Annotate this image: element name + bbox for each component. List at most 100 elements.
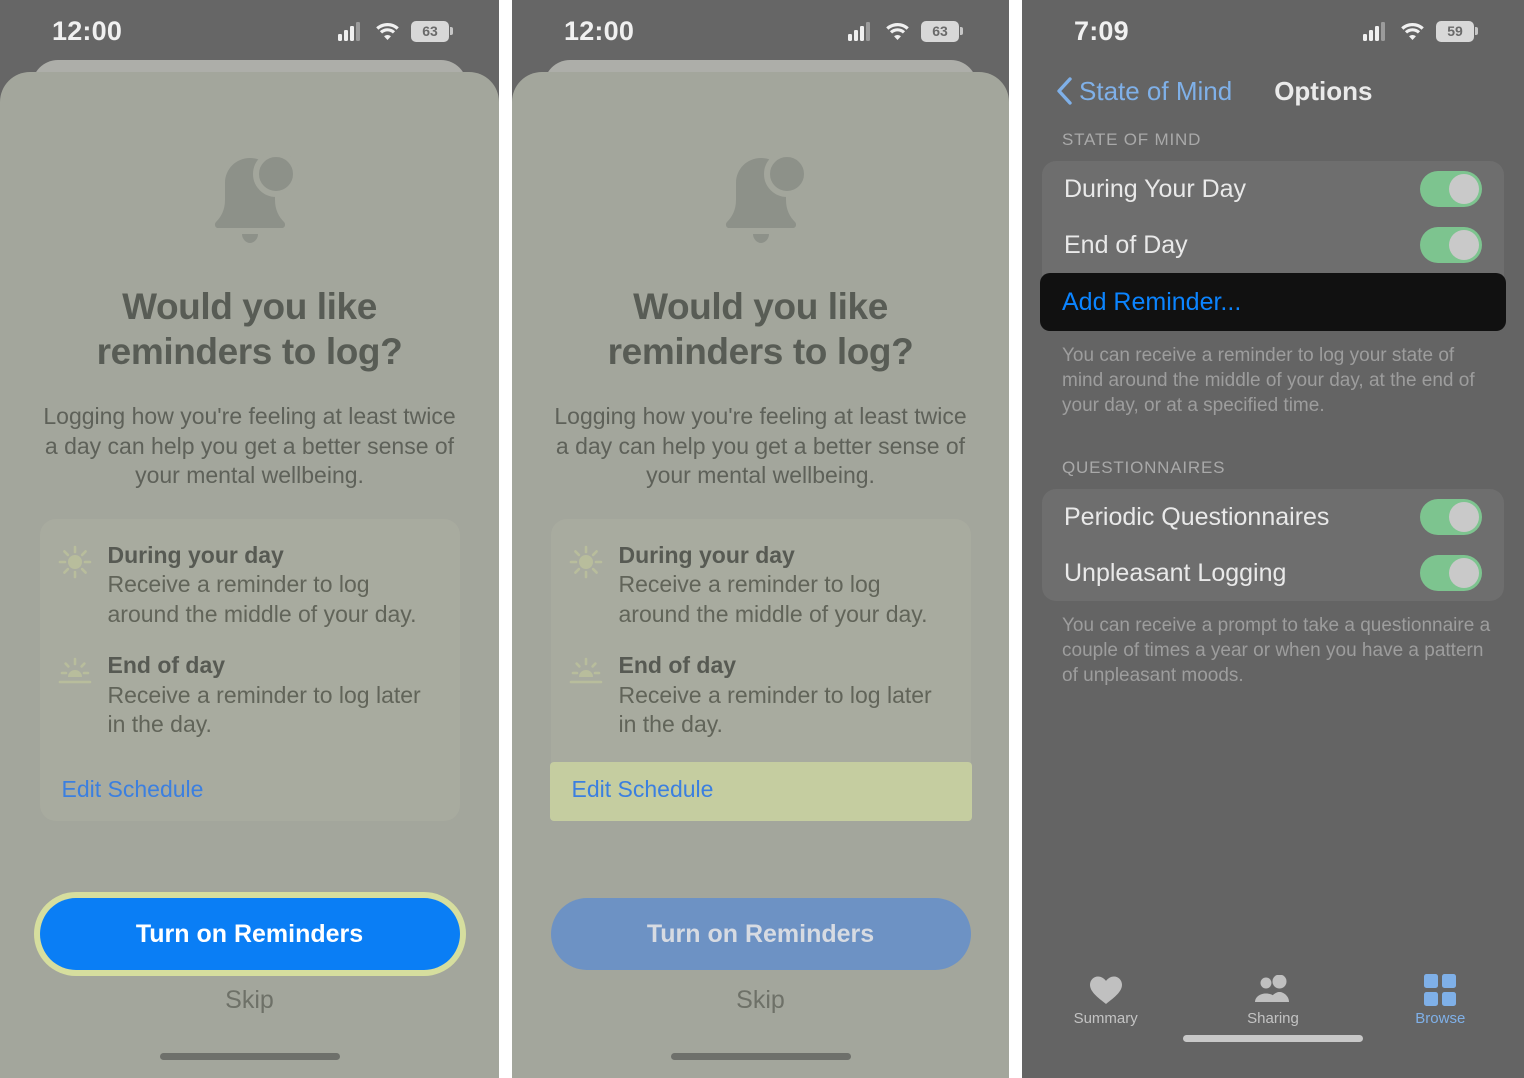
edit-schedule-link[interactable]: Edit Schedule xyxy=(549,761,972,821)
row-label: Unpleasant Logging xyxy=(1064,558,1287,587)
list-item: During your day Receive a reminder to lo… xyxy=(40,541,460,630)
page-title: Would you like reminders to log? xyxy=(96,286,403,373)
add-reminder-link: Add Reminder... xyxy=(1062,287,1242,316)
toggle-during-your-day[interactable] xyxy=(1420,171,1482,207)
bell-badge-icon xyxy=(190,144,310,254)
status-icons: 59 xyxy=(1363,20,1478,42)
list-item-desc: Receive a reminder to log later in the d… xyxy=(107,681,421,738)
reminder-info-box-2: During your day Receive a reminder to lo… xyxy=(549,518,972,821)
page-title: Options xyxy=(1274,75,1373,106)
navigation-bar: State of Mind Options xyxy=(1022,62,1524,120)
edit-schedule-link[interactable]: Edit Schedule xyxy=(40,762,460,821)
battery-indicator: 63 xyxy=(921,20,963,42)
reminder-info-box-1: During your day Receive a reminder to lo… xyxy=(39,518,460,821)
page-subtitle: Logging how you're feeling at least twic… xyxy=(554,403,967,489)
status-bar-3: 7:09 59 xyxy=(1022,0,1524,62)
bell-badge-icon xyxy=(701,144,821,254)
toggle-end-of-day[interactable] xyxy=(1420,227,1482,263)
list-item-text: End of day Receive a reminder to log lat… xyxy=(108,651,440,740)
list-item-title: End of day xyxy=(618,652,737,679)
row-add-reminder[interactable]: Add Reminder... xyxy=(1040,273,1506,331)
list-item-title: During your day xyxy=(107,541,284,568)
grid-squares-icon xyxy=(1424,974,1457,1006)
settings-group-state-of-mind: During Your Day End of Day Add Reminder.… xyxy=(1040,161,1506,331)
row-label: During Your Day xyxy=(1064,174,1247,203)
heart-icon xyxy=(1089,974,1123,1006)
status-bar-1: 12:00 63 xyxy=(0,0,499,62)
tab-label: Summary xyxy=(1073,1010,1138,1027)
section-footnote-state-of-mind: You can receive a reminder to log your s… xyxy=(1062,345,1475,417)
list-item: End of day Receive a reminder to log lat… xyxy=(40,651,460,740)
status-time: 12:00 xyxy=(564,15,635,46)
tab-summary[interactable]: Summary xyxy=(1022,960,1189,1078)
tab-label: Sharing xyxy=(1247,1010,1299,1027)
tab-bar: Summary Sharing Browse xyxy=(1022,960,1524,1078)
phone-panel-3: 7:09 59 State of Mind Options STATE OF M… xyxy=(1022,0,1524,1078)
toggle-knob xyxy=(1449,558,1479,589)
reminders-sheet-1: Would you like reminders to log? Logging… xyxy=(0,72,499,1078)
home-indicator xyxy=(1183,1035,1363,1042)
skip-button[interactable]: Skip xyxy=(225,986,274,1015)
cellular-signal-icon xyxy=(1363,21,1385,41)
back-button-label: State of Mind xyxy=(1079,75,1233,106)
toggle-unpleasant-logging[interactable] xyxy=(1420,555,1482,592)
wifi-icon xyxy=(376,22,399,40)
phone-panel-2: 12:00 63 Would you like reminders to log… xyxy=(512,0,1009,1078)
row-label: Periodic Questionnaires xyxy=(1064,502,1330,531)
battery-indicator: 59 xyxy=(1436,20,1478,42)
list-item-title: During your day xyxy=(618,541,795,568)
tab-label: Browse xyxy=(1415,1010,1466,1027)
tab-browse[interactable]: Browse xyxy=(1357,960,1524,1078)
cellular-signal-icon xyxy=(338,21,360,41)
wifi-icon xyxy=(1401,22,1424,40)
turn-on-reminders-button[interactable]: Turn on Reminders xyxy=(550,898,971,970)
list-item: End of day Receive a reminder to log lat… xyxy=(551,651,971,740)
wifi-icon xyxy=(886,22,909,40)
reminders-sheet-2: Would you like reminders to log? Logging… xyxy=(512,72,1009,1078)
people-icon xyxy=(1253,974,1293,1006)
back-button[interactable]: State of Mind xyxy=(1056,76,1232,107)
status-time: 12:00 xyxy=(52,15,123,46)
list-item-text: During your day Receive a reminder to lo… xyxy=(619,541,951,630)
home-indicator xyxy=(159,1053,340,1060)
page-subtitle: Logging how you're feeling at least twic… xyxy=(43,403,456,489)
list-item: During your day Receive a reminder to lo… xyxy=(551,541,971,630)
status-icons: 63 xyxy=(338,20,453,42)
toggle-knob xyxy=(1449,502,1479,533)
chevron-left-icon xyxy=(1057,77,1072,105)
status-time: 7:09 xyxy=(1074,15,1129,46)
skip-button[interactable]: Skip xyxy=(736,986,785,1015)
tab-sharing[interactable]: Sharing xyxy=(1189,960,1356,1078)
list-item-text: End of day Receive a reminder to log lat… xyxy=(619,651,951,740)
turn-on-reminders-button[interactable]: Turn on Reminders xyxy=(39,898,460,970)
row-label: End of Day xyxy=(1064,230,1188,259)
sunset-icon xyxy=(58,655,92,689)
sun-icon xyxy=(569,545,603,579)
sun-icon xyxy=(58,545,92,579)
battery-indicator: 63 xyxy=(411,20,453,42)
phone-panel-1: 12:00 63 Would you like reminders to log… xyxy=(0,0,499,1078)
page-title: Would you like reminders to log? xyxy=(607,286,914,373)
row-end-of-day[interactable]: End of Day xyxy=(1042,217,1504,273)
list-item-desc: Receive a reminder to log around the mid… xyxy=(618,571,928,627)
section-header-state-of-mind: STATE OF MIND xyxy=(1062,130,1202,149)
row-unpleasant-logging[interactable]: Unpleasant Logging xyxy=(1042,545,1504,601)
settings-group-questionnaires: Periodic Questionnaires Unpleasant Loggi… xyxy=(1042,489,1504,602)
section-header-questionnaires: QUESTIONNAIRES xyxy=(1062,458,1226,478)
screenshot-root: 12:00 63 Would you like reminders to log… xyxy=(0,0,1524,1078)
status-icons: 63 xyxy=(848,20,963,42)
list-item-title: End of day xyxy=(107,652,226,679)
list-item-desc: Receive a reminder to log later in the d… xyxy=(618,681,932,738)
list-item-text: During your day Receive a reminder to lo… xyxy=(108,541,440,630)
row-periodic-questionnaires[interactable]: Periodic Questionnaires xyxy=(1042,489,1504,545)
toggle-periodic-questionnaires[interactable] xyxy=(1420,499,1482,536)
section-footnote-questionnaires: You can receive a prompt to take a quest… xyxy=(1062,615,1491,687)
cellular-signal-icon xyxy=(848,21,870,41)
list-item-desc: Receive a reminder to log around the mid… xyxy=(107,571,417,627)
toggle-knob xyxy=(1449,174,1479,204)
settings-list: STATE OF MIND During Your Day End of Day… xyxy=(1022,130,1524,688)
toggle-knob xyxy=(1449,230,1479,260)
status-bar-2: 12:00 63 xyxy=(512,0,1009,62)
row-during-your-day[interactable]: During Your Day xyxy=(1042,161,1504,217)
home-indicator xyxy=(670,1053,851,1060)
